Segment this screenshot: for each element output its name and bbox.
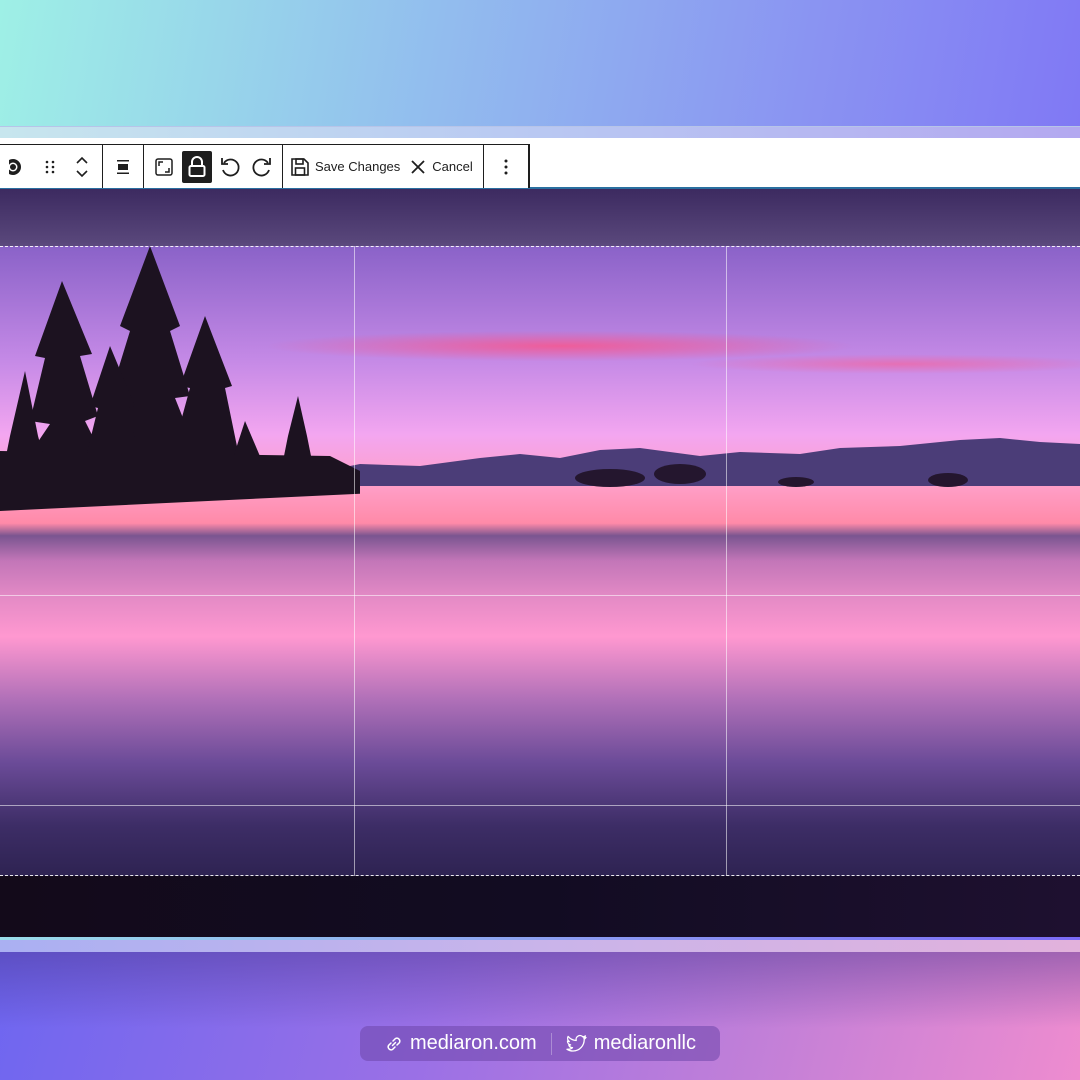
toolbar-group-block: [0, 145, 103, 188]
crop-grid-line-horizontal: [0, 595, 1080, 596]
divider: [550, 1032, 552, 1055]
cancel-button[interactable]: Cancel: [408, 151, 476, 183]
aspect-ratio-icon[interactable]: [150, 151, 178, 183]
toolbar-group-actions: Save Changes Cancel: [283, 145, 484, 188]
align-icon[interactable]: [109, 151, 137, 183]
block-toolbar: Save Changes Cancel: [0, 144, 530, 188]
save-changes-button[interactable]: Save Changes: [289, 151, 404, 183]
toolbar-group-crop: [144, 145, 283, 188]
twitter-handle: mediaronllc: [593, 1032, 696, 1054]
image-crop-area[interactable]: [0, 189, 1080, 937]
website-text: mediaron.com: [410, 1032, 537, 1054]
toolbar-group-align: [103, 145, 144, 188]
move-up-down-icon[interactable]: [68, 151, 96, 183]
twitter-link[interactable]: mediaronllc: [566, 1032, 696, 1055]
image-outside-crop-bottom: [0, 876, 1080, 937]
more-options-icon[interactable]: [492, 151, 520, 183]
landscape-photo: [0, 246, 1080, 876]
pine-trees-silhouette: [0, 246, 360, 511]
save-changes-label: Save Changes: [315, 159, 401, 174]
toolbar-strip: Save Changes Cancel: [0, 138, 1080, 189]
save-icon: [289, 156, 311, 178]
rocks-silhouette: [575, 464, 968, 487]
cancel-label: Cancel: [432, 159, 473, 174]
frame-bottom-edge: [0, 940, 1080, 952]
crop-grid-line-vertical: [726, 246, 727, 876]
aperture-icon[interactable]: [4, 151, 32, 183]
drag-handle-icon[interactable]: [36, 151, 64, 183]
rotate-left-icon[interactable]: [216, 151, 244, 183]
twitter-icon: [566, 1034, 588, 1054]
close-icon: [408, 157, 428, 177]
rotate-right-icon[interactable]: [248, 151, 276, 183]
toolbar-group-more: [484, 145, 529, 188]
social-links-badge: mediaron.com mediaronllc: [360, 1026, 720, 1061]
link-icon: [384, 1034, 404, 1054]
website-link[interactable]: mediaron.com: [384, 1032, 537, 1055]
lock-icon[interactable]: [182, 150, 212, 183]
crop-grid-line-vertical: [354, 246, 355, 876]
crop-grid-line-horizontal: [0, 805, 1080, 806]
image-editor: Save Changes Cancel: [0, 138, 1080, 937]
